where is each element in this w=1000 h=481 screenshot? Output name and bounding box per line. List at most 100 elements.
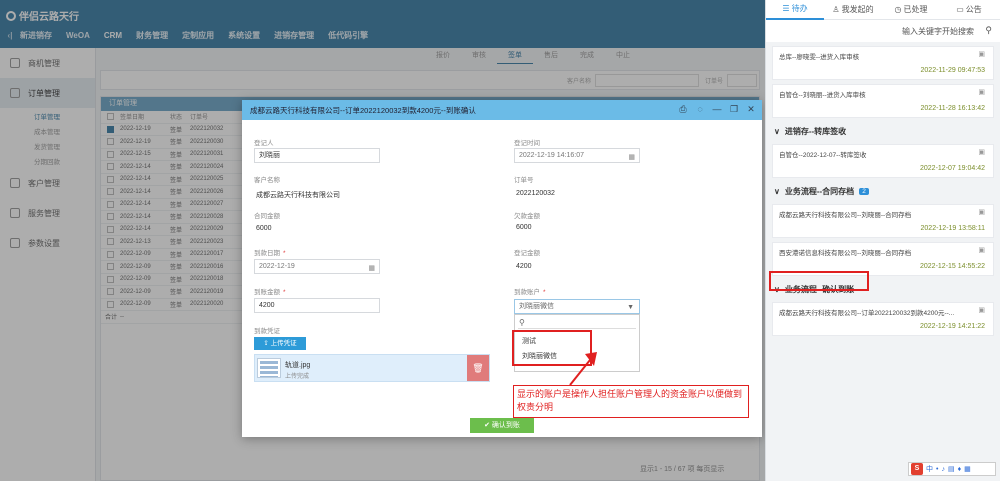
tab-label: 已处理 — [903, 5, 928, 14]
contract-label: 合同金额 — [254, 213, 280, 220]
section-highlight-box — [769, 271, 869, 291]
trash-icon[interactable]: 🗑 — [467, 355, 489, 381]
todo-card[interactable]: 成都云路天行科技有限公司--订单2022120032到款4200元--... ▣ 2… — [772, 302, 994, 336]
confirm-label: 确认到账 — [491, 422, 520, 429]
todo-text: 成都云路天行科技有限公司--刘晓丽--合同存档 — [779, 212, 912, 219]
arrival-amount-label-text: 到账金额 — [254, 289, 280, 296]
order-no-value: 2022120032 — [516, 190, 555, 197]
required-mark: * — [283, 250, 286, 257]
annotation-note: 显示的账户是操作人担任账户管理人的资金账户以便做到权责分明 — [513, 385, 749, 418]
tab-todo[interactable]: ☰ 待办 — [766, 0, 824, 20]
dialog-tools: ⎙ ◌ — ❐ ✕ — [678, 103, 756, 115]
arrival-date-value: 2022-12-19 — [259, 263, 295, 270]
archive-icon[interactable]: ▣ — [978, 246, 985, 254]
right-search[interactable]: 输入关键字开始搜索 ⚲ — [766, 20, 1000, 42]
upload-label: 上传凭证 — [270, 340, 297, 347]
account-select[interactable]: 刘晓丽微信 ▼ — [514, 299, 640, 314]
reg-time-field[interactable]: 2022-12-19 14:16:07 ▦ — [514, 148, 640, 163]
tab-label: 公告 — [965, 5, 982, 14]
punct-icon: • — [936, 465, 939, 473]
close-icon[interactable]: ✕ — [746, 103, 756, 115]
file-thumbnail[interactable] — [257, 358, 281, 378]
notice-icon: ▭ — [956, 5, 964, 14]
account-value: 刘晓丽微信 — [519, 303, 554, 310]
customer-value: 成都云路天行科技有限公司 — [256, 192, 340, 199]
payment-confirm-dialog: 成都云路天行科技有限公司--订单2022120032到款4200元--到账确认 … — [242, 100, 762, 437]
todo-text: 自管仓--2022-12-07--转库签收 — [779, 152, 867, 159]
dialog-title: 成都云路天行科技有限公司--订单2022120032到款4200元--到账确认 — [250, 105, 476, 115]
contract-value: 6000 — [256, 225, 272, 232]
count-badge: 2 — [859, 187, 869, 195]
user-icon: ♙ — [832, 5, 840, 14]
reg-time-label: 登记时间 — [514, 140, 540, 147]
todo-date: 2022-12-19 13:58:11 — [920, 225, 985, 232]
arrival-date-label: 到款日期 * — [254, 247, 286, 257]
ime-tray[interactable]: S 中 • ♪ ▤ ♦ ▦ — [908, 462, 996, 476]
section-contract[interactable]: ∨ 业务流程--合同存档 2 — [766, 182, 1000, 200]
file-name[interactable]: 轨道.jpg — [285, 360, 310, 370]
todo-card[interactable]: 成都云路天行科技有限公司--刘晓丽--合同存档 ▣ 2022-12-19 13:58… — [772, 204, 994, 238]
chinese-mode-icon: 中 — [926, 466, 933, 473]
registrant-field[interactable]: 刘晓丽 — [254, 148, 380, 163]
chevron-down-icon: ∨ — [774, 186, 780, 196]
order-no-label: 订单号 — [514, 177, 534, 184]
todo-card[interactable]: 自管仓--2022-12-07--转库签收 ▣ 2022-12-07 19:04:4… — [772, 144, 994, 178]
chevron-down-icon: ∨ — [774, 126, 780, 136]
confirm-payment-button[interactable]: ✔ 确认到账 — [470, 418, 534, 433]
calendar-icon[interactable]: ▦ — [628, 151, 635, 164]
apps-icon: ▦ — [964, 466, 971, 473]
sogou-icon: S — [911, 463, 923, 475]
search-placeholder: 输入关键字开始搜索 — [902, 27, 974, 36]
registrant-label: 登记人 — [254, 140, 274, 147]
archive-icon[interactable]: ▣ — [978, 306, 985, 314]
arrival-date-label-text: 到款日期 — [254, 250, 280, 257]
arrival-amount-field[interactable]: 4200 — [254, 298, 380, 313]
archive-icon[interactable]: ▣ — [978, 148, 985, 156]
required-mark: * — [283, 289, 286, 296]
right-panel: ☰ 待办 ♙ 我发起的 ◷ 已处理 ▭ 公告 输入关键字开始搜索 ⚲ 总库--廖晓雯--进… — [765, 0, 1000, 481]
archive-icon[interactable]: ▣ — [978, 208, 985, 216]
todo-card[interactable]: 总库--廖晓雯--进货入库审核 ▣ 2022-11-29 09:47:53 — [772, 46, 994, 80]
archive-icon[interactable]: ▣ — [978, 88, 985, 96]
file-status: 上传完成 — [285, 374, 310, 380]
arrival-date-field[interactable]: 2022-12-19 ▦ — [254, 259, 380, 274]
todo-text: 成都云路天行科技有限公司--订单2022120032到款4200元--... — [779, 310, 955, 317]
account-label: 到款账户 * — [514, 286, 546, 296]
customer-label: 客户名称 — [254, 177, 280, 184]
todo-date: 2022-11-29 09:47:53 — [920, 67, 985, 74]
upload-voucher-button[interactable]: ⇪ 上传凭证 — [254, 337, 306, 350]
dialog-header: 成都云路天行科技有限公司--订单2022120032到款4200元--到账确认 … — [242, 100, 762, 120]
todo-text: 西安港诺信息科技有限公司--刘晓丽--合同存档 — [779, 250, 912, 257]
upload-icon: ⇪ — [263, 340, 271, 347]
calendar-icon[interactable]: ▦ — [368, 262, 375, 275]
search-icon[interactable]: ⚲ — [985, 25, 992, 36]
todo-date: 2022-12-19 14:21:22 — [920, 323, 985, 330]
tab-processed[interactable]: ◷ 已处理 — [882, 0, 940, 20]
print-icon[interactable]: ⎙ — [678, 103, 688, 115]
dropdown-search-input[interactable]: ⚲ — [518, 318, 636, 329]
section-title: 进销存--转库签收 — [784, 126, 847, 136]
owed-value: 6000 — [516, 224, 532, 231]
minimize-icon[interactable]: — — [712, 103, 722, 115]
tab-notice[interactable]: ▭ 公告 — [940, 0, 998, 20]
tab-initiated[interactable]: ♙ 我发起的 — [824, 0, 882, 20]
arrival-amount-label: 到账金额 * — [254, 286, 286, 296]
mic-icon: ♪ — [941, 465, 945, 473]
todo-card[interactable]: 自管仓--刘晓丽--进货入库审核 ▣ 2022-11-28 16:13:42 — [772, 84, 994, 118]
todo-date: 2022-11-28 16:13:42 — [920, 105, 985, 112]
uploaded-file-card: 轨道.jpg 上传完成 🗑 — [254, 354, 490, 382]
section-title: 业务流程--合同存档 — [784, 186, 855, 196]
right-tabs: ☰ 待办 ♙ 我发起的 ◷ 已处理 ▭ 公告 — [766, 0, 1000, 20]
chevron-down-icon: ▼ — [627, 304, 634, 311]
highlight-box — [512, 330, 592, 366]
archive-icon[interactable]: ▣ — [978, 50, 985, 58]
check-icon: ✔ — [484, 422, 492, 429]
maximize-icon[interactable]: ❐ — [729, 103, 739, 115]
skin-icon: ♦ — [957, 465, 962, 473]
keyboard-icon: ▤ — [947, 466, 955, 473]
help-icon[interactable]: ◌ — [695, 103, 705, 115]
reg-amount-value: 4200 — [516, 263, 532, 270]
clock-icon: ◷ — [894, 5, 902, 14]
section-transfer[interactable]: ∨ 进销存--转库签收 — [766, 122, 1000, 140]
reg-time-value: 2022-12-19 14:16:07 — [519, 152, 584, 159]
